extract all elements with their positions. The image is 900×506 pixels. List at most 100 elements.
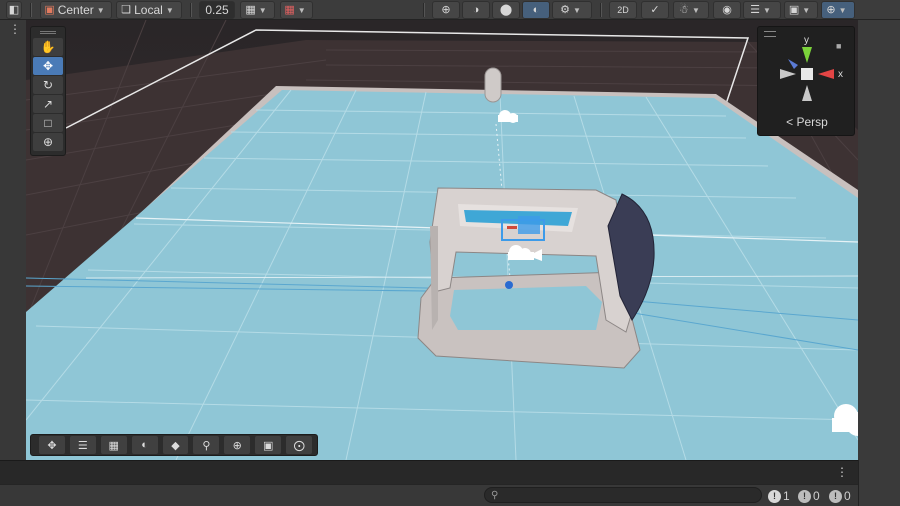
move-arrows-icon: ✥ xyxy=(42,59,54,73)
draw-mode-shaded-wireframe-button[interactable]: ◑ xyxy=(462,1,490,19)
wireframe-sphere-icon: ⊕ xyxy=(441,3,451,16)
selection-axis-marker xyxy=(507,226,517,229)
pivot-mode-label: Center xyxy=(57,3,94,17)
console-search[interactable]: ⚲ xyxy=(484,487,762,503)
x-axis-cone[interactable] xyxy=(818,69,834,79)
camera-overlay-button[interactable]: ▣ xyxy=(255,436,282,454)
camera-icon: ▣ xyxy=(262,439,274,452)
toggle-2d-button[interactable]: 2D xyxy=(609,1,637,19)
capsule-object[interactable] xyxy=(484,67,502,103)
snap-increment-value: 0.25 xyxy=(205,3,229,17)
draw-mode-shaded-button[interactable]: ⬤ xyxy=(492,1,520,19)
compass-overlay-button[interactable]: ⨀ xyxy=(286,436,313,454)
projection-label[interactable]: < Persp xyxy=(758,115,856,129)
chevron-down-icon: ▼ xyxy=(762,5,771,15)
neg-x-axis-cone[interactable] xyxy=(780,69,796,79)
left-panel-gutter: ⋮ xyxy=(0,20,26,460)
light-icon: ✓ xyxy=(650,3,660,16)
chevron-down-icon: ▼ xyxy=(572,5,581,15)
gizmos-dropdown[interactable]: ⊕ ▼ xyxy=(821,1,855,19)
selected-object[interactable] xyxy=(518,216,540,234)
overlay-icon: ◧ xyxy=(8,3,20,16)
layers-overlay-button[interactable]: ◆ xyxy=(162,436,189,454)
move-overlay-button[interactable]: ✥ xyxy=(39,436,65,454)
transform-tool-button[interactable]: ⊕ xyxy=(33,133,63,151)
cube-icon: ❏ xyxy=(121,3,132,16)
toolbar-separator xyxy=(190,3,192,17)
chevron-down-icon: ▼ xyxy=(838,5,847,15)
grid-icon: ▦ xyxy=(108,439,119,452)
pivot-overlay-button[interactable]: ⊕ xyxy=(224,436,251,454)
kebab-menu-icon[interactable]: ⋮ xyxy=(9,22,21,36)
pivot-rotation-dropdown[interactable]: ❏ Local ▼ xyxy=(116,1,182,19)
shaded-wireframe-icon: ◑ xyxy=(472,3,480,16)
snap-increment-field[interactable]: 0.25 xyxy=(199,1,235,19)
overlay-grip[interactable] xyxy=(31,27,65,37)
shading-overlay-button[interactable]: ◐ xyxy=(131,436,158,454)
kebab-menu-icon[interactable]: ⋮ xyxy=(836,465,848,479)
hand-icon: ✋ xyxy=(40,40,56,54)
gizmo-icon: ⊕ xyxy=(826,3,836,16)
pivot-center-icon: ▣ xyxy=(44,3,55,16)
z-axis-cone[interactable] xyxy=(788,59,798,69)
orientation-gizmo[interactable]: ■ y x < Persp xyxy=(757,26,855,136)
scene-visibility-button[interactable]: ◉ xyxy=(713,1,741,19)
scene-viewport[interactable] xyxy=(26,20,858,460)
axis-gizmo[interactable]: y x xyxy=(758,27,856,117)
grid-snapping-button[interactable]: ▦ ▼ xyxy=(240,1,275,19)
transform-tools-overlay: ✋ ✥ ↻ ↗ □ ⊕ xyxy=(30,26,66,156)
scene-effects-dropdown[interactable]: ☃ ▼ xyxy=(673,1,709,19)
two-d-icon: 2D xyxy=(617,4,629,15)
pivot-icon: ⊕ xyxy=(232,439,242,452)
chevron-down-icon: ▼ xyxy=(165,5,174,15)
rotate-icon: ↻ xyxy=(42,78,54,92)
toolbar-separator xyxy=(600,3,602,17)
scene-render xyxy=(26,20,858,460)
rect-tool-button[interactable]: □ xyxy=(33,114,63,132)
chevron-down-icon: ▼ xyxy=(802,5,811,15)
chevron-down-icon: ▼ xyxy=(297,5,306,15)
grid-overlay-button[interactable]: ▦ xyxy=(100,436,127,454)
y-axis-cone[interactable] xyxy=(802,47,812,63)
camera-icon: ▣ xyxy=(788,3,800,16)
draw-mode-textured-button[interactable]: ◐ xyxy=(522,1,550,19)
camera-settings-dropdown[interactable]: ▣ ▼ xyxy=(784,1,818,19)
y-axis-label: y xyxy=(804,35,809,46)
overlay-menu-button[interactable]: ◧ xyxy=(6,1,22,19)
move-arrows-icon: ✥ xyxy=(47,439,57,452)
scale-icon: ↗ xyxy=(42,97,54,111)
right-panel-gutter xyxy=(858,20,900,460)
pivot-point[interactable] xyxy=(505,281,513,289)
pivot-rotation-label: Local xyxy=(134,3,163,17)
right-strip xyxy=(858,460,900,506)
search-icon: ⚲ xyxy=(202,439,211,452)
console-search-input[interactable] xyxy=(502,489,743,501)
shaded-sphere-icon: ⬤ xyxy=(499,3,513,16)
search-overlay-button[interactable]: ⚲ xyxy=(193,436,220,454)
hand-tool-button[interactable]: ✋ xyxy=(33,38,63,56)
chevron-down-icon: ▼ xyxy=(691,5,700,15)
align-icon: ☰ xyxy=(77,439,88,452)
neg-y-axis-cone[interactable] xyxy=(802,85,812,101)
draw-mode-wireframe-button[interactable]: ⊕ xyxy=(432,1,460,19)
log-count-value: 1 xyxy=(783,489,790,503)
error-count-value: 0 xyxy=(844,489,851,503)
center-cube[interactable] xyxy=(801,68,813,80)
toggle-lighting-button[interactable]: ✓ xyxy=(641,1,669,19)
chevron-down-icon: ▼ xyxy=(258,5,267,15)
warning-count[interactable]: ! 0 xyxy=(798,488,820,504)
align-overlay-button[interactable]: ☰ xyxy=(69,436,96,454)
grid-visibility-button[interactable]: ▦ ▼ xyxy=(280,1,313,19)
shading-mode-dropdown[interactable]: ⚙ ▼ xyxy=(552,1,592,19)
log-count[interactable]: ! 1 xyxy=(768,488,790,504)
layers-dropdown[interactable]: ☰ ▼ xyxy=(743,1,781,19)
pivot-mode-dropdown[interactable]: ▣ Center ▼ xyxy=(40,1,112,19)
transform-icon: ⊕ xyxy=(42,135,54,149)
move-tool-button[interactable]: ✥ xyxy=(33,57,63,75)
rotate-tool-button[interactable]: ↻ xyxy=(33,76,63,94)
console-header: ⋮ xyxy=(0,460,900,484)
warning-count-value: 0 xyxy=(813,489,820,503)
error-count[interactable]: ! 0 xyxy=(829,488,851,504)
toolbar-separator xyxy=(30,3,32,17)
scale-tool-button[interactable]: ↗ xyxy=(33,95,63,113)
